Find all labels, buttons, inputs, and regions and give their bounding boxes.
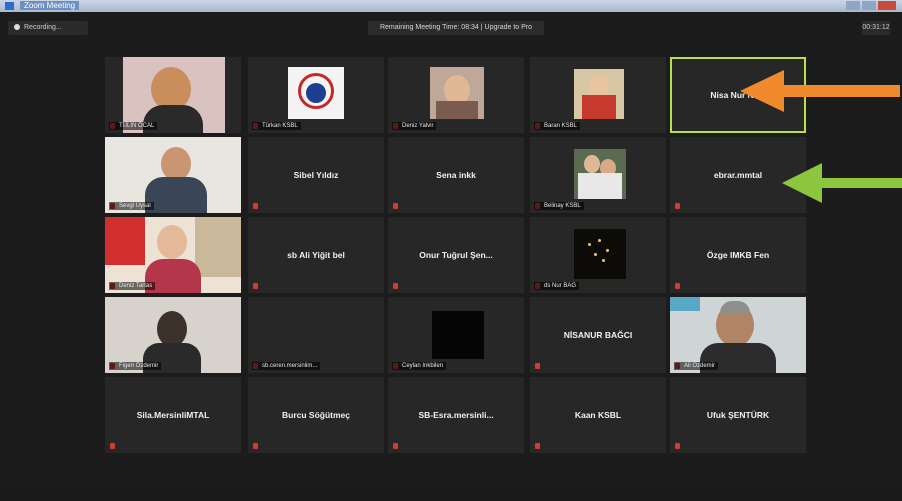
participant-tile[interactable]: Sevgi Uysal xyxy=(105,137,241,213)
participant-name: Türkan KSBL xyxy=(252,122,301,130)
participant-tile[interactable]: Onur Tuğrul Şen... xyxy=(388,217,524,293)
participant-tile[interactable]: Özge IMKB Fen xyxy=(670,217,806,293)
window-controls xyxy=(846,1,896,10)
participant-tile[interactable]: Kaan KSBL xyxy=(530,377,666,453)
participant-name: Sila.MersinliMTAL xyxy=(136,410,210,420)
participant-name: Burcu Söğütmeç xyxy=(281,410,350,420)
window-titlebar: Zoom Meeting xyxy=(0,0,902,12)
participant-name: ds Nur BAĞ xyxy=(534,282,580,290)
participant-name: Özge IMKB Fen xyxy=(706,250,770,260)
participant-name: TÜLİN ÖCAL xyxy=(109,122,158,130)
participant-name: Ali Özdemir xyxy=(674,362,719,370)
participant-tile[interactable]: Deniz Yalvir xyxy=(388,57,524,133)
participant-name: SB-Esra.mersinli... xyxy=(418,410,494,420)
meeting-clock: 00:31:12 xyxy=(862,21,890,35)
participant-tile[interactable]: Ceylan Inkbilen xyxy=(388,297,524,373)
mic-muted-icon xyxy=(253,443,258,449)
mic-muted-icon xyxy=(675,443,680,449)
profile-photo xyxy=(574,69,624,119)
participant-name: sb Ali Yiğit bel xyxy=(287,250,345,260)
participant-name: Sevgi Uysal xyxy=(109,202,154,210)
profile-photo xyxy=(574,149,626,199)
minimize-button[interactable] xyxy=(846,1,860,10)
participant-tile[interactable]: NİSANUR BAĞCI xyxy=(530,297,666,373)
participant-tile[interactable]: Belinay KSBL xyxy=(530,137,666,213)
participant-name: Figen Özdemir xyxy=(109,362,162,370)
participant-name: Belinay KSBL xyxy=(534,202,584,210)
mic-muted-icon xyxy=(393,443,398,449)
participant-tile[interactable]: SB-Esra.mersinli... xyxy=(388,377,524,453)
participant-name: Onur Tuğrul Şen... xyxy=(419,250,493,260)
participant-tile[interactable]: Deniz Tartas xyxy=(105,217,241,293)
participant-name: Sena inkk xyxy=(436,170,476,180)
green-arrow-icon xyxy=(782,163,902,203)
maximize-button[interactable] xyxy=(862,1,876,10)
participant-name: Ufuk ŞENTÜRK xyxy=(706,410,770,420)
participant-tile[interactable]: Burcu Söğütmeç xyxy=(248,377,384,453)
participant-tile[interactable]: sb.ceren.mersinlim... xyxy=(248,297,384,373)
window-title: Zoom Meeting xyxy=(20,1,80,10)
mic-muted-icon xyxy=(393,283,398,289)
participant-tile[interactable]: Ufuk ŞENTÜRK xyxy=(670,377,806,453)
participant-tile[interactable]: sb Ali Yiğit bel xyxy=(248,217,384,293)
record-dot-icon xyxy=(14,24,20,30)
participant-tile[interactable]: Sibel Yıldız xyxy=(248,137,384,213)
participant-name: NİSANUR BAĞCI xyxy=(563,330,633,340)
participant-name: Ceylan Inkbilen xyxy=(392,362,447,370)
participant-tile[interactable]: Figen Özdemir xyxy=(105,297,241,373)
mic-muted-icon xyxy=(253,283,258,289)
participant-name: sb.ceren.mersinlim... xyxy=(252,362,321,370)
profile-logo xyxy=(288,67,344,119)
participant-tile[interactable]: TÜLİN ÖCAL xyxy=(105,57,241,133)
recording-indicator[interactable]: Recording... xyxy=(8,21,88,35)
mic-muted-icon xyxy=(110,443,115,449)
mic-muted-icon xyxy=(675,203,680,209)
participant-name: Deniz Yalvir xyxy=(392,122,437,130)
participant-name: Baran KSBL xyxy=(534,122,581,130)
profile-photo xyxy=(574,229,626,279)
orange-arrow-icon xyxy=(740,70,900,112)
mic-muted-icon xyxy=(535,443,540,449)
remaining-time-banner[interactable]: Remaining Meeting Time: 08:34 | Upgrade … xyxy=(368,21,544,35)
mic-muted-icon xyxy=(675,283,680,289)
profile-photo xyxy=(430,67,484,119)
participant-name: Deniz Tartas xyxy=(109,282,156,290)
mic-muted-icon xyxy=(393,203,398,209)
mic-muted-icon xyxy=(535,363,540,369)
app-icon xyxy=(5,2,14,10)
participant-tile[interactable]: Ali Özdemir xyxy=(670,297,806,373)
close-button[interactable] xyxy=(878,1,896,10)
participant-tile[interactable]: Türkan KSBL xyxy=(248,57,384,133)
video-feed xyxy=(432,311,484,359)
participant-tile[interactable]: ds Nur BAĞ xyxy=(530,217,666,293)
recording-label: Recording... xyxy=(24,24,62,31)
mic-muted-icon xyxy=(253,203,258,209)
participant-tile[interactable]: Sena inkk xyxy=(388,137,524,213)
participant-tile[interactable]: Sila.MersinliMTAL xyxy=(105,377,241,453)
participant-name: Sibel Yıldız xyxy=(293,170,339,180)
participant-name: Kaan KSBL xyxy=(574,410,622,420)
participant-tile[interactable]: Baran KSBL xyxy=(530,57,666,133)
